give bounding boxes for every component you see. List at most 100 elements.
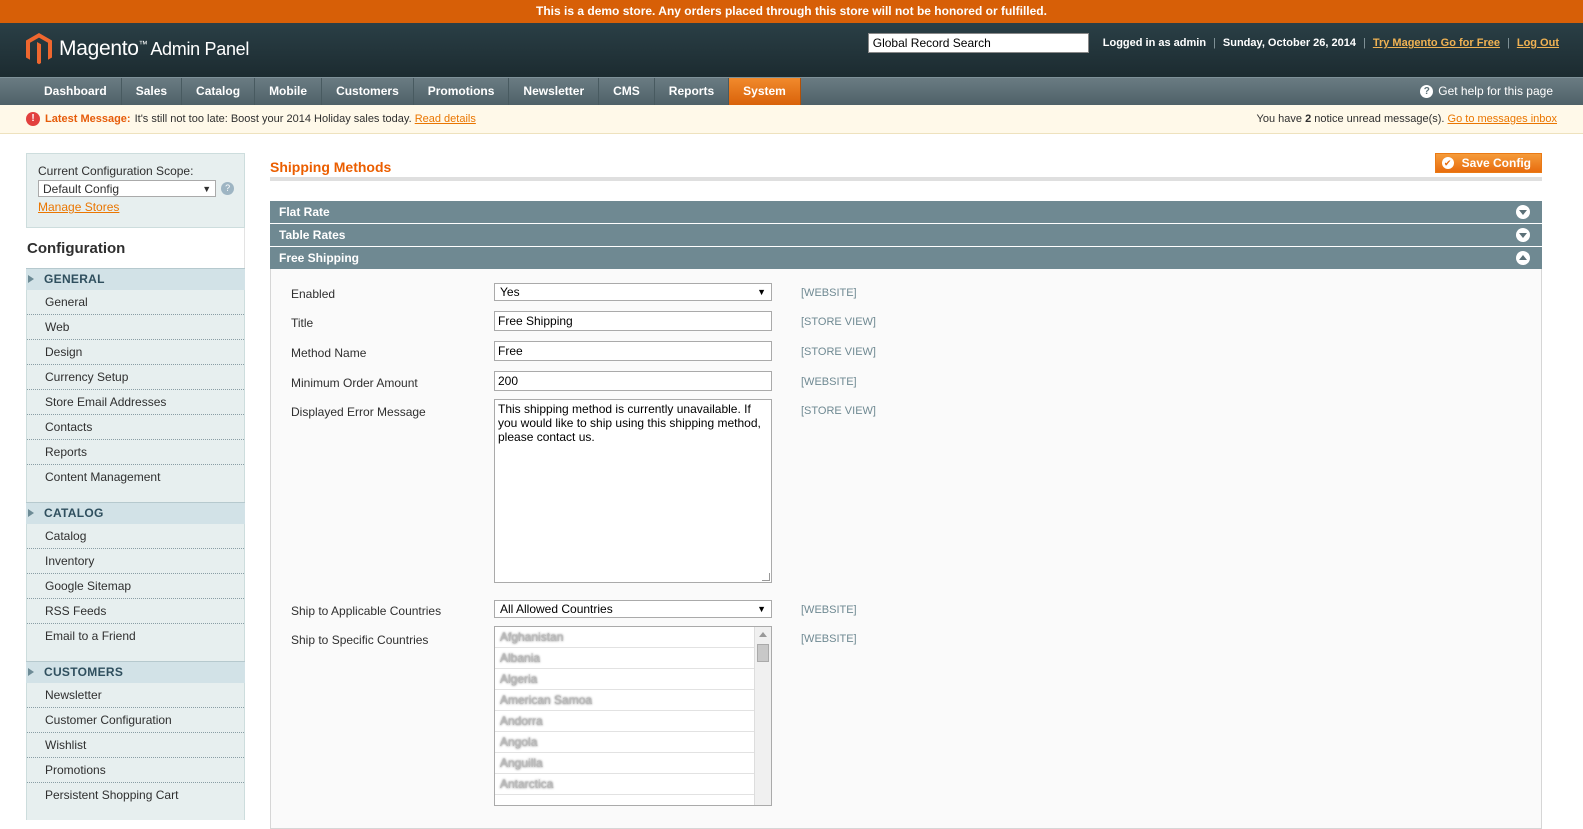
alert-icon: ! [26,112,40,126]
magento-logo[interactable]: Magento™ Admin Panel [26,33,249,65]
sidebar-item-google-sitemap[interactable]: Google Sitemap [27,574,244,599]
sidebar-item-store-email-addresses[interactable]: Store Email Addresses [27,390,244,415]
section-customers[interactable]: CUSTOMERS [26,661,245,683]
country-option[interactable]: Andorra [495,711,754,732]
chevron-down-icon: ▼ [757,604,766,614]
separator: | [1506,37,1510,49]
latest-message-text: It's still not too late: Boost your 2014… [134,113,412,125]
help-icon: ? [1420,85,1434,98]
country-option[interactable]: Angola [495,732,754,753]
title-input[interactable]: Free Shipping [494,311,772,331]
fieldset-flat-rate[interactable]: Flat Rate [270,201,1542,223]
sidebar-item-rss-feeds[interactable]: RSS Feeds [27,599,244,624]
nav-newsletter[interactable]: Newsletter [509,78,600,105]
logo-trademark: ™ [138,39,148,49]
multiselect-scrollbar[interactable] [754,627,771,805]
country-option[interactable]: Algeria [495,669,754,690]
fieldset-table-rates[interactable]: Table Rates [270,224,1542,246]
help-link[interactable]: ? Get help for this page [1420,78,1553,105]
sidebar-item-persistent-shopping-cart[interactable]: Persistent Shopping Cart [27,783,244,808]
unread-prefix: You have [1256,113,1302,125]
fieldset-free-shipping[interactable]: Free Shipping [270,247,1542,269]
sidebar-item-reports[interactable]: Reports [27,440,244,465]
nav-reports[interactable]: Reports [655,78,730,105]
logout-link[interactable]: Log Out [1517,37,1559,49]
section-general[interactable]: GENERAL [26,268,245,290]
min-order-input[interactable]: 200 [494,371,772,391]
sidebar-item-general[interactable]: General [27,290,244,315]
chevron-down-icon: ▼ [202,183,212,194]
unread-suffix: notice unread message(s). [1314,113,1445,125]
sidebar-item-catalog[interactable]: Catalog [27,524,244,549]
nav-catalog[interactable]: Catalog [182,78,256,105]
min-order-label: Minimum Order Amount [291,376,418,390]
separator: | [1213,37,1216,49]
try-magento-go-link[interactable]: Try Magento Go for Free [1373,37,1500,49]
title-scope: [STORE VIEW] [801,316,876,328]
section-general-list: General Web Design Currency Setup Store … [26,290,245,502]
scope-help-icon[interactable]: ? [221,182,234,195]
fieldset-title: Table Rates [279,228,346,242]
country-option[interactable]: Anguilla [495,753,754,774]
section-catalog-list: Catalog Inventory Google Sitemap RSS Fee… [26,524,245,661]
global-search-input[interactable] [867,33,1089,53]
enabled-scope: [WEBSITE] [801,287,857,299]
sidebar-item-inventory[interactable]: Inventory [27,549,244,574]
country-option[interactable]: Antarctica [495,774,754,795]
nav-dashboard[interactable]: Dashboard [0,78,122,105]
enabled-select[interactable]: Yes ▼ [494,283,772,301]
manage-stores-link[interactable]: Manage Stores [38,200,234,214]
specific-countries-scope: [WEBSITE] [801,633,857,645]
save-config-button[interactable]: ✔ Save Config [1434,153,1542,173]
nav-mobile[interactable]: Mobile [255,78,323,105]
country-option[interactable]: Albania [495,648,754,669]
resize-handle-icon[interactable] [762,573,770,581]
config-sidebar: Current Configuration Scope: Default Con… [26,153,245,820]
sidebar-item-newsletter[interactable]: Newsletter [27,683,244,708]
main-nav: Dashboard Sales Catalog Mobile Customers… [0,77,1583,105]
logo-subtitle: Admin Panel [150,39,250,59]
collapse-icon [1516,251,1530,265]
nav-promotions[interactable]: Promotions [414,78,510,105]
sidebar-item-customer-configuration[interactable]: Customer Configuration [27,708,244,733]
country-option[interactable]: Afghanistan [495,627,754,648]
section-customers-list: Newsletter Customer Configuration Wishli… [26,683,245,820]
method-name-input[interactable]: Free [494,341,772,361]
sidebar-item-email-to-a-friend[interactable]: Email to a Friend [27,624,244,649]
scope-select[interactable]: Default Config ▼ [38,180,217,197]
sidebar-item-content-management[interactable]: Content Management [27,465,244,490]
free-shipping-form: Enabled Yes ▼ [WEBSITE] Title Free Shipp… [270,269,1542,829]
method-name-scope: [STORE VIEW] [801,346,876,358]
nav-cms[interactable]: CMS [599,78,655,105]
specific-countries-multiselect[interactable]: Afghanistan Albania Algeria American Sam… [494,626,772,806]
scroll-up-icon[interactable] [759,632,767,637]
error-message-value: This shipping method is currently unavai… [498,402,761,444]
specific-countries-label: Ship to Specific Countries [291,633,429,647]
logged-in-text: Logged in as admin [1102,37,1207,49]
sidebar-item-design[interactable]: Design [27,340,244,365]
sidebar-item-wishlist[interactable]: Wishlist [27,733,244,758]
scope-switcher: Current Configuration Scope: Default Con… [26,153,245,228]
nav-system[interactable]: System [729,78,801,105]
header-user-bar: Logged in as admin | Sunday, October 26,… [867,33,1559,53]
configuration-title: Configuration [26,228,245,268]
nav-customers[interactable]: Customers [322,78,414,105]
country-option[interactable]: American Samoa [495,690,754,711]
scrollbar-thumb[interactable] [757,644,769,662]
messages-inbox-link[interactable]: Go to messages inbox [1448,113,1557,125]
read-details-link[interactable]: Read details [415,113,476,125]
expand-icon [1516,228,1530,242]
applicable-countries-label: Ship to Applicable Countries [291,604,442,618]
min-order-scope: [WEBSITE] [801,376,857,388]
sidebar-item-promotions[interactable]: Promotions [27,758,244,783]
section-catalog[interactable]: CATALOG [26,502,245,524]
applicable-countries-select[interactable]: All Allowed Countries ▼ [494,600,772,618]
nav-sales[interactable]: Sales [122,78,183,105]
sidebar-item-currency-setup[interactable]: Currency Setup [27,365,244,390]
chevron-down-icon: ▼ [757,287,766,297]
enabled-value: Yes [500,285,520,299]
sidebar-item-contacts[interactable]: Contacts [27,415,244,440]
sidebar-item-web[interactable]: Web [27,315,244,340]
error-message-textarea[interactable]: This shipping method is currently unavai… [494,399,772,583]
unread-count: 2 [1305,113,1312,125]
